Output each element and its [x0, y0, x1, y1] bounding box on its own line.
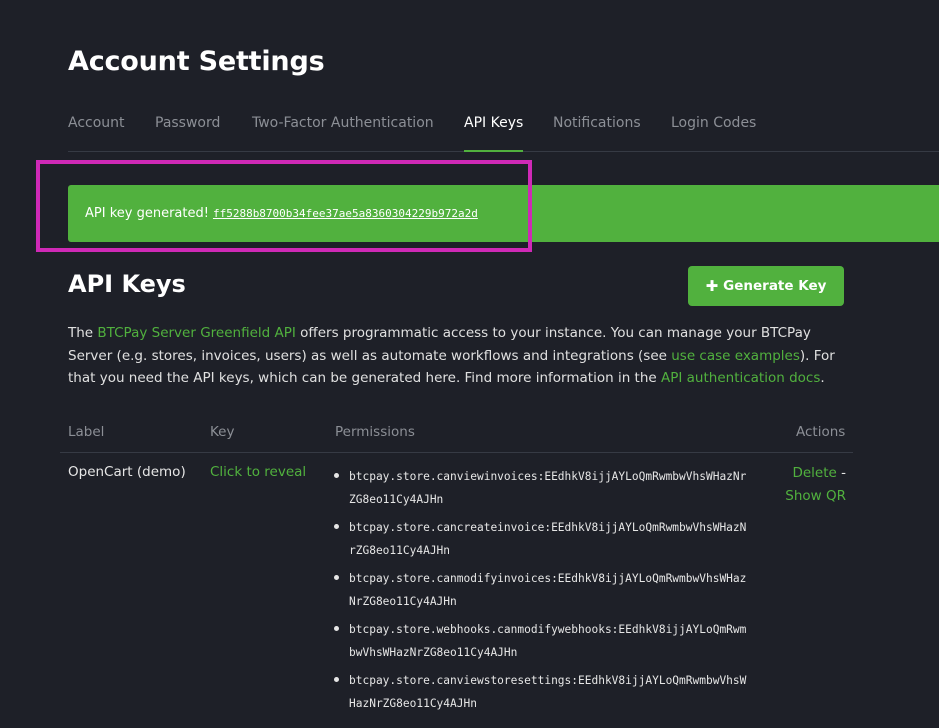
show-qr-link[interactable]: Show QR: [785, 488, 846, 504]
row-actions: Delete - Show QR: [760, 462, 846, 508]
click-to-reveal-link[interactable]: Click to reveal: [210, 464, 306, 480]
delete-link[interactable]: Delete: [792, 465, 836, 481]
row-label: OpenCart (demo): [68, 464, 186, 480]
generate-key-label: Generate Key: [723, 278, 827, 294]
permission-item: btcpay.store.webhooks.canmodifywebhooks:…: [333, 618, 753, 664]
tab-account[interactable]: Account: [68, 115, 125, 150]
table-header-divider: [60, 452, 853, 453]
page-title: Account Settings: [68, 46, 325, 77]
tab-login-codes[interactable]: Login Codes: [671, 115, 756, 150]
greenfield-api-link[interactable]: BTCPay Server Greenfield API: [97, 325, 295, 341]
tab-two-factor-authentication[interactable]: Two-Factor Authentication: [252, 115, 434, 150]
tab-password[interactable]: Password: [155, 115, 220, 150]
api-keys-description: The BTCPay Server Greenfield API offers …: [68, 325, 835, 386]
column-header-actions: Actions: [796, 424, 846, 440]
tab-api-keys[interactable]: API Keys: [464, 115, 524, 152]
permission-item: btcpay.store.canviewinvoices:EEdhkV8ijjA…: [333, 465, 753, 511]
use-case-examples-link[interactable]: use case examples: [671, 348, 800, 364]
column-header-label: Label: [68, 424, 105, 440]
generate-key-button[interactable]: ✚ Generate Key: [688, 266, 844, 306]
column-header-permissions: Permissions: [335, 424, 415, 440]
column-header-key: Key: [210, 424, 235, 440]
settings-tabs: Account Password Two-Factor Authenticati…: [68, 108, 939, 152]
permission-item: btcpay.store.canmodifyinvoices:EEdhkV8ij…: [333, 567, 753, 613]
actions-separator: -: [836, 465, 846, 481]
tab-notifications[interactable]: Notifications: [553, 115, 641, 150]
api-authentication-docs-link[interactable]: API authentication docs: [661, 370, 820, 386]
permission-item: btcpay.store.canviewstoresettings:EEdhkV…: [333, 669, 753, 715]
permissions-list: btcpay.store.canviewinvoices:EEdhkV8ijjA…: [333, 465, 753, 720]
annotation-highlight-box: [36, 160, 532, 252]
api-keys-heading: API Keys: [68, 270, 186, 298]
plus-icon: ✚: [705, 277, 719, 295]
permission-item: btcpay.store.cancreateinvoice:EEdhkV8ijj…: [333, 516, 753, 562]
